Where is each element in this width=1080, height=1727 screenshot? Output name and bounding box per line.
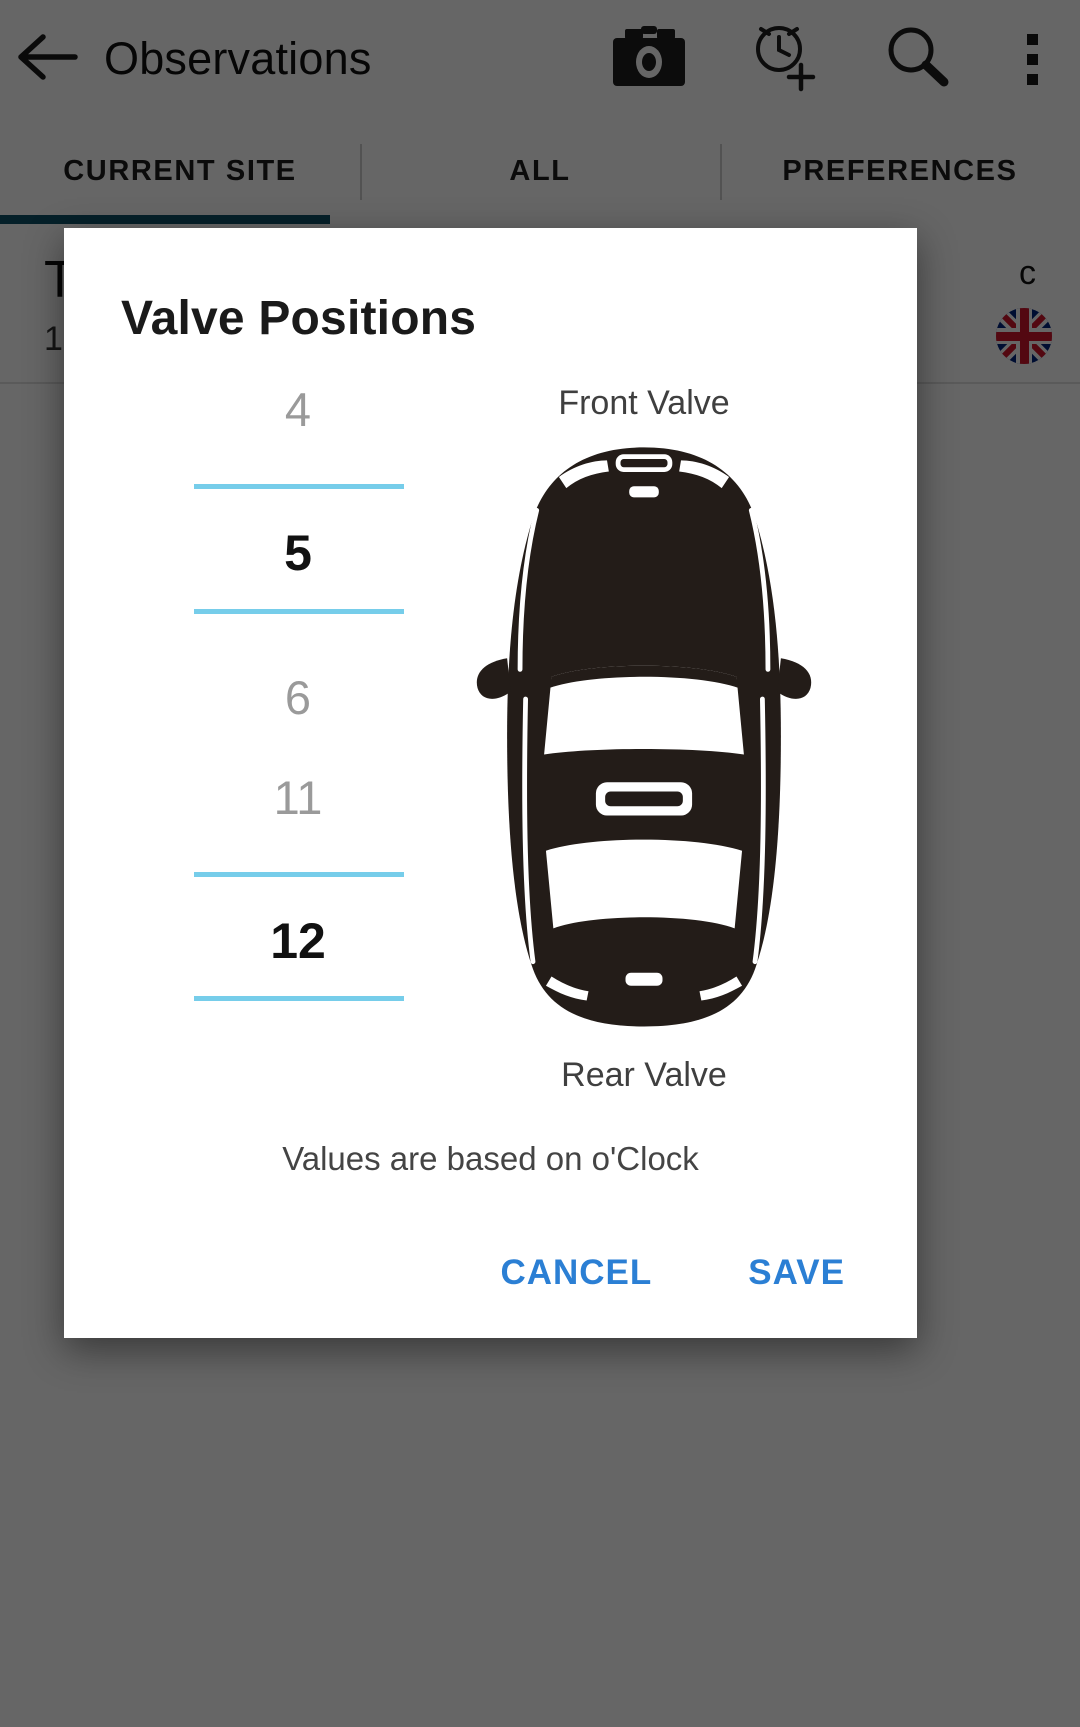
- valve-picker-column: 4 5 6 11 12: [176, 376, 420, 1016]
- front-valve-picker[interactable]: 4 5 6: [176, 376, 420, 721]
- rear-picker-divider-bottom: [194, 996, 404, 1001]
- dialog-hint-text: Values are based on o'Clock: [282, 1140, 699, 1177]
- front-picker-selected-value[interactable]: 5: [176, 528, 420, 578]
- dialog-action-bar: CANCEL SAVE: [64, 1228, 917, 1318]
- screen: Observations: [0, 0, 1080, 1727]
- rear-picker-selected-value[interactable]: 12: [176, 916, 420, 966]
- front-picker-divider-bottom: [194, 609, 404, 614]
- front-valve-label: Front Valve: [558, 384, 730, 422]
- rear-picker-previous-value[interactable]: 11: [176, 774, 420, 821]
- rear-picker-divider-top: [194, 872, 404, 877]
- dialog-title: Valve Positions: [121, 292, 477, 345]
- front-picker-next-value[interactable]: 6: [176, 674, 420, 721]
- front-picker-divider-top: [194, 484, 404, 489]
- rear-valve-label: Rear Valve: [561, 1056, 727, 1094]
- cancel-button[interactable]: CANCEL: [470, 1237, 682, 1309]
- rear-valve-picker[interactable]: 11 12: [176, 736, 420, 1016]
- car-top-view-icon: [458, 440, 830, 1032]
- valve-positions-dialog: Valve Positions 4 5 6 11 12 Front Valve: [64, 228, 917, 1338]
- front-picker-previous-value[interactable]: 4: [176, 386, 420, 433]
- save-button[interactable]: SAVE: [718, 1237, 875, 1309]
